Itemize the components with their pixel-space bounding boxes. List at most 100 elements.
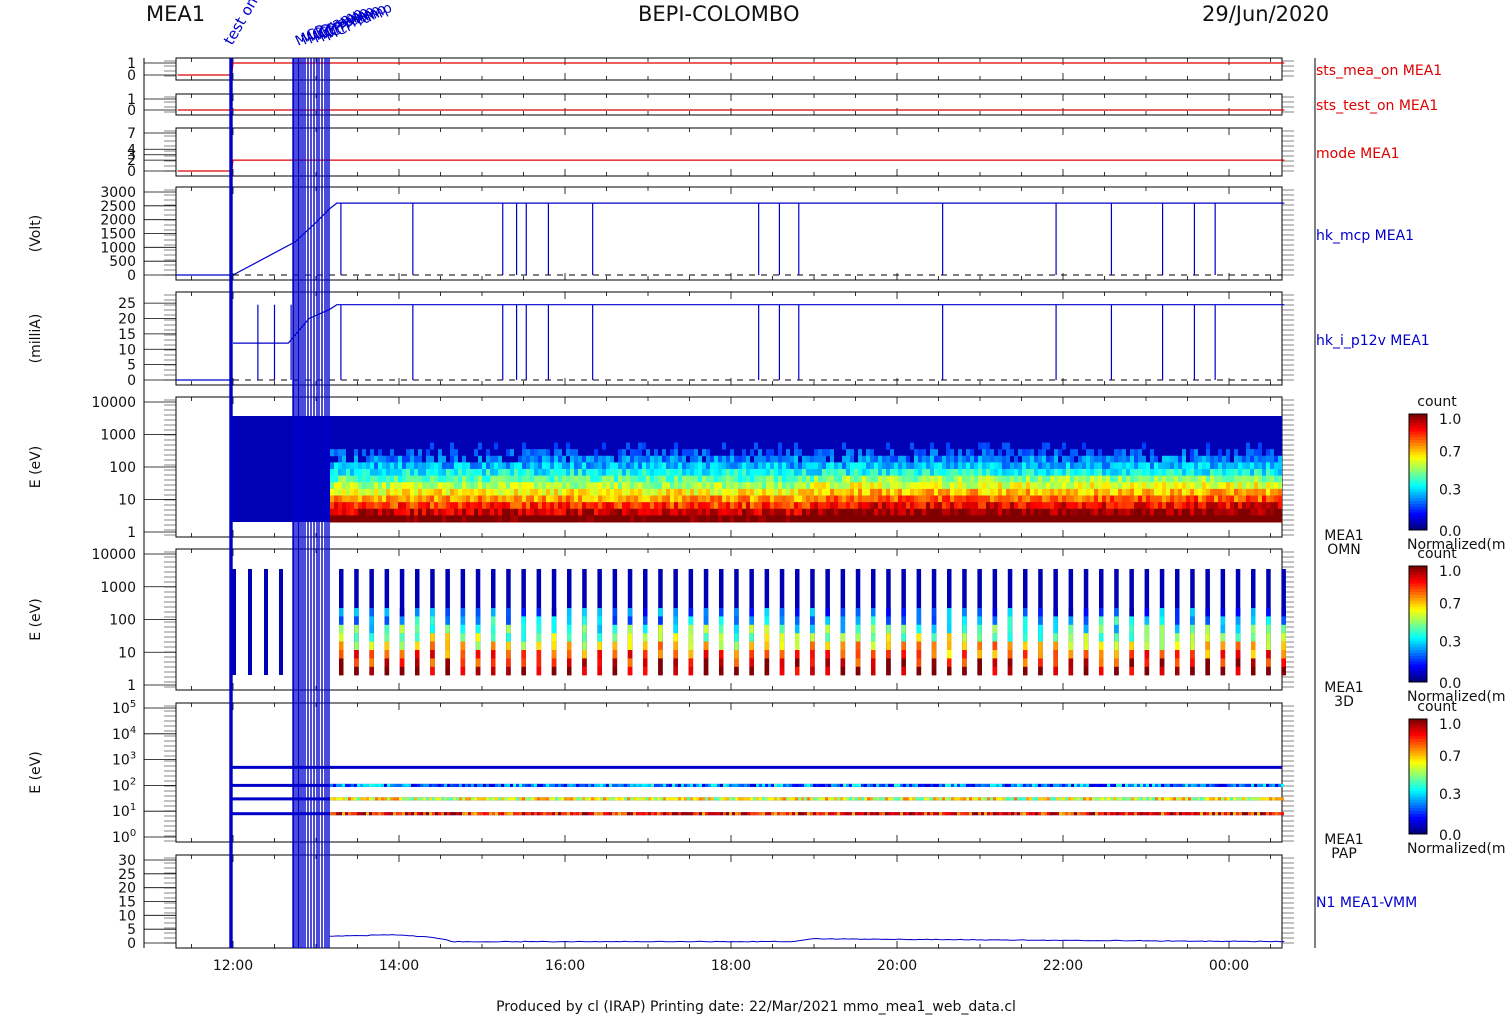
pap-cell [777, 812, 780, 816]
sweep-cell [1159, 658, 1165, 667]
spectrogram-cell [862, 488, 866, 496]
spectrogram-cell [454, 449, 458, 457]
pap-cell [1233, 812, 1236, 816]
pap-cell [537, 812, 540, 816]
spectrogram-cell [370, 502, 374, 510]
spectrogram-cell [1006, 482, 1010, 490]
pap-cell [717, 783, 720, 787]
spectrogram-cell [358, 488, 362, 496]
spectrogram-cell [1222, 508, 1226, 516]
spectrogram-cell [1006, 469, 1010, 477]
pap-cell [753, 812, 756, 816]
pap-cell [708, 783, 711, 787]
pap-cell [1236, 783, 1239, 787]
sweep-cell [445, 616, 450, 625]
spectrogram-cell [1274, 488, 1278, 496]
spectrogram-cell [1078, 495, 1082, 503]
pap-cell [915, 783, 918, 787]
pap-cell [822, 783, 825, 787]
pap-cell [888, 797, 891, 801]
spectrogram-cell [978, 462, 982, 470]
spectrogram-cell [962, 488, 966, 496]
spectrogram-cell [1050, 488, 1054, 496]
spectrogram-cell [458, 502, 462, 510]
spectrogram-cell [766, 449, 770, 457]
spectrogram-cell [1086, 488, 1090, 496]
spectrogram-cell [894, 482, 898, 490]
spectrogram-cell [890, 482, 894, 490]
spectrogram-cell [702, 488, 706, 496]
spectrogram-cell [374, 469, 378, 477]
spectrogram-cell [966, 488, 970, 496]
spectrogram-cell [990, 488, 994, 496]
spectrogram-cell [722, 502, 726, 510]
spectrogram-cell [1166, 508, 1170, 516]
spectrogram-cell [654, 462, 658, 470]
spectrogram-cell [1126, 515, 1130, 523]
pap-cell [1221, 812, 1224, 816]
sweep-cell [582, 608, 587, 617]
sweep-cell [415, 650, 420, 659]
spectrogram-cell [762, 502, 766, 510]
spectrogram-cell [1070, 508, 1074, 516]
spectrogram-cell [1118, 475, 1122, 483]
spectrogram-cell [766, 495, 770, 503]
pap-cell [999, 812, 1002, 816]
spectrogram-cell [1082, 508, 1086, 516]
spectrogram-cell [710, 455, 714, 463]
pap-cell [963, 783, 966, 787]
sweep-cell [1205, 658, 1210, 667]
pap-cell [1230, 783, 1233, 787]
pap-cell [549, 812, 552, 816]
spectrogram-cell [430, 508, 434, 516]
spectrogram-cell [1058, 488, 1062, 496]
series-line [329, 934, 1285, 943]
spectrogram-cell [470, 508, 474, 516]
spectrogram-cell [982, 469, 986, 477]
spectrogram-cell [542, 455, 546, 463]
sweep-cell [643, 650, 648, 659]
spectrogram-cell [714, 475, 718, 483]
spectrogram-cell [1018, 475, 1022, 483]
pap-cell [1182, 783, 1185, 787]
pap-cell [747, 797, 750, 801]
pap-cell [564, 783, 567, 787]
spectrogram-cell [754, 502, 758, 510]
pap-cell [981, 797, 984, 801]
spectrogram-cell [778, 488, 782, 496]
spectrogram-cell [1242, 502, 1246, 510]
spectrogram-cell [570, 455, 574, 463]
sweep-cell [658, 616, 663, 625]
spectrogram-cell [1122, 449, 1126, 457]
spectrogram-cell [406, 469, 410, 477]
spectrogram-cell [914, 502, 918, 510]
pap-cell [399, 797, 402, 801]
spectrogram-cell [502, 482, 506, 490]
spectrogram-cell [1214, 482, 1218, 490]
spectrogram-cell [1206, 475, 1210, 483]
spectrogram-cell [1210, 515, 1214, 523]
spectrogram-cell [754, 442, 758, 450]
spectrogram-cell [894, 475, 898, 483]
spectrogram-cell [958, 449, 962, 457]
spectrogram-cell [662, 508, 666, 516]
spectrogram-cell [1226, 462, 1230, 470]
spectrogram-cell [450, 488, 454, 496]
pap-cell [813, 783, 816, 787]
spectrogram-cell [618, 469, 622, 477]
spectrogram-cell [870, 475, 874, 483]
spectrogram-cell [1226, 475, 1230, 483]
spectrogram-cell [1022, 449, 1026, 457]
spectrogram-cell [330, 495, 334, 503]
spectrogram-cell [702, 482, 706, 490]
pap-cell [1212, 812, 1215, 816]
spectrogram-cell [1054, 515, 1058, 523]
sweep-cell [1053, 650, 1058, 659]
spectrogram-cell [486, 502, 490, 510]
spectrogram-cell [1002, 455, 1006, 463]
spectrogram-cell [1218, 455, 1222, 463]
spectrogram-cell [634, 469, 638, 477]
pap-cell [330, 797, 333, 801]
spectrogram-cell [434, 502, 438, 510]
spectrogram-cell [478, 469, 482, 477]
